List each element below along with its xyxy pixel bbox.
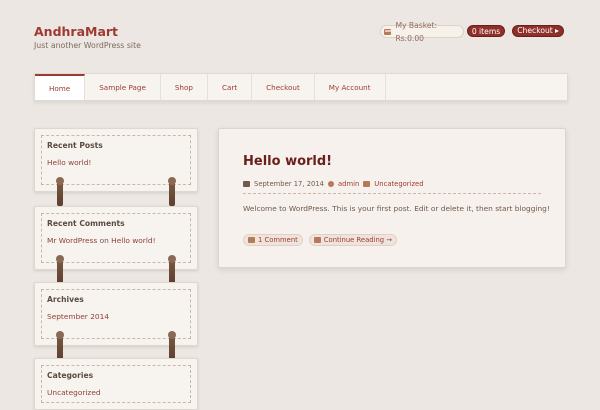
comments-label: 1 Comment bbox=[258, 236, 298, 244]
categories-widget: Categories Uncategorized bbox=[34, 358, 198, 410]
nav-item-cart[interactable]: Cart bbox=[208, 74, 253, 100]
comment-on-text: on bbox=[99, 236, 109, 245]
divider bbox=[243, 193, 541, 194]
widget-title: Categories bbox=[47, 371, 94, 380]
recent-posts-widget: Recent Posts Hello world! bbox=[34, 128, 198, 206]
site-title[interactable]: AndhraMart bbox=[34, 24, 118, 39]
recent-comments-widget: Recent Comments Mr WordPress on Hello wo… bbox=[34, 206, 198, 284]
nav-item-home[interactable]: Home bbox=[35, 74, 86, 100]
archive-link[interactable]: September 2014 bbox=[47, 312, 109, 321]
checkout-button[interactable]: Checkout bbox=[512, 25, 564, 37]
basket-label: My Basket: Rs.0.00 bbox=[395, 20, 438, 43]
hanging-strap bbox=[56, 331, 64, 360]
user-icon bbox=[328, 181, 334, 187]
continue-reading-label: Continue Reading → bbox=[323, 236, 392, 244]
comment-post-link[interactable]: Hello world! bbox=[111, 236, 155, 245]
post-meta: September 17, 2014 admin Uncategorized bbox=[243, 180, 424, 188]
checkout-label: Checkout bbox=[517, 26, 553, 35]
calendar-icon bbox=[243, 181, 250, 187]
nav-item-shop[interactable]: Shop bbox=[161, 74, 208, 100]
recent-comment-line: Mr WordPress on Hello world! bbox=[47, 236, 156, 245]
continue-reading-link[interactable]: Continue Reading → bbox=[308, 234, 397, 246]
post-category-link[interactable]: Uncategorized bbox=[374, 180, 423, 188]
hanging-strap bbox=[168, 255, 176, 284]
hanging-strap bbox=[168, 177, 176, 206]
blog-post: Hello world! September 17, 2014 admin Un… bbox=[218, 128, 566, 268]
chevron-right-icon bbox=[554, 29, 559, 33]
folder-icon bbox=[363, 181, 371, 187]
site-tagline: Just another WordPress site bbox=[34, 41, 141, 50]
basket-icon bbox=[384, 28, 392, 35]
basket-items-button[interactable]: 0 items bbox=[467, 25, 505, 37]
hanging-strap bbox=[56, 255, 64, 284]
hanging-strap bbox=[56, 177, 64, 206]
nav-item-my-account[interactable]: My Account bbox=[315, 74, 386, 100]
comments-link[interactable]: 1 Comment bbox=[243, 234, 303, 246]
post-date[interactable]: September 17, 2014 bbox=[254, 180, 324, 188]
post-author-link[interactable]: admin bbox=[338, 180, 359, 188]
comment-icon bbox=[248, 237, 255, 243]
widget-title: Archives bbox=[47, 295, 84, 304]
widget-title: Recent Posts bbox=[47, 141, 103, 150]
post-title[interactable]: Hello world! bbox=[243, 154, 332, 169]
post-footer: 1 Comment Continue Reading → bbox=[243, 234, 397, 246]
widget-title: Recent Comments bbox=[47, 219, 125, 228]
folder-icon bbox=[313, 237, 321, 243]
nav-item-checkout[interactable]: Checkout bbox=[252, 74, 315, 100]
main-navigation: Home Sample Page Shop Cart Checkout My A… bbox=[34, 73, 568, 101]
basket-summary[interactable]: My Basket: Rs.0.00 bbox=[380, 21, 464, 43]
hanging-strap bbox=[168, 331, 176, 360]
archives-widget: Archives September 2014 bbox=[34, 282, 198, 360]
recent-post-link[interactable]: Hello world! bbox=[47, 158, 91, 167]
nav-item-sample-page[interactable]: Sample Page bbox=[85, 74, 161, 100]
category-link[interactable]: Uncategorized bbox=[47, 388, 101, 397]
comment-author-link[interactable]: Mr WordPress bbox=[47, 236, 97, 245]
post-excerpt: Welcome to WordPress. This is your first… bbox=[243, 204, 550, 213]
